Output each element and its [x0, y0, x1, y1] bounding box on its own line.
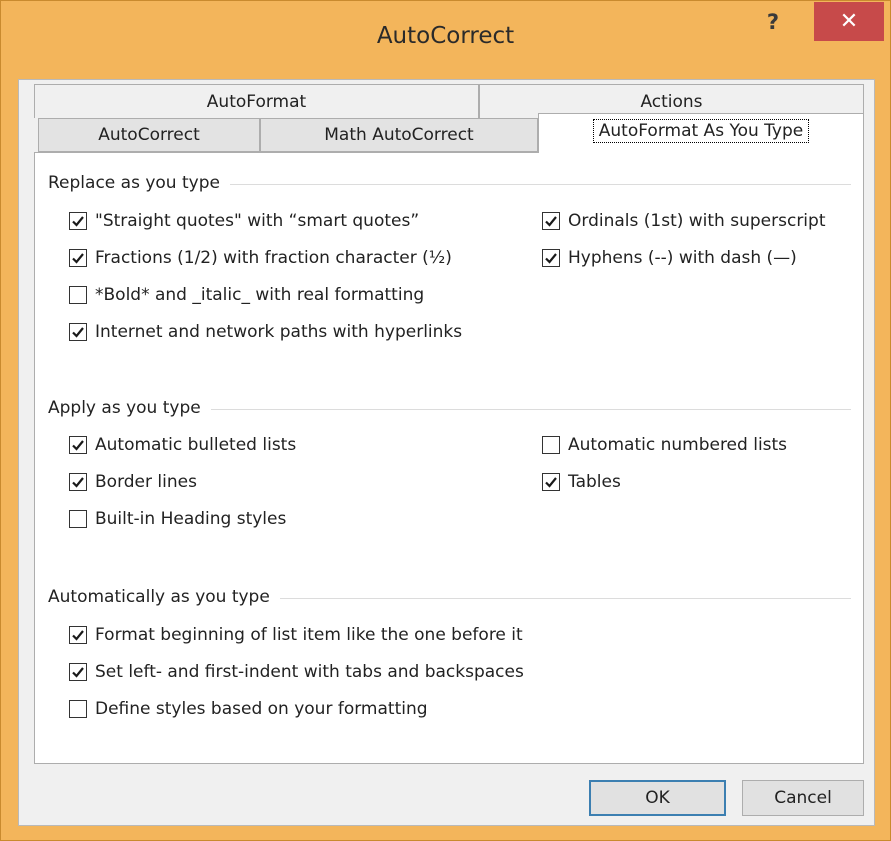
tab-autoformat[interactable]: AutoFormat: [34, 84, 479, 118]
tab-autocorrect[interactable]: AutoCorrect: [38, 118, 260, 152]
option-ordinals[interactable]: Ordinals (1st) with superscript: [542, 209, 825, 233]
checkmark-icon: [72, 630, 84, 641]
option-label: Automatic bulleted lists: [95, 435, 297, 455]
checkbox-bulleted-lists[interactable]: [69, 436, 87, 454]
option-smart-quotes[interactable]: "Straight quotes" with “smart quotes”: [69, 209, 419, 233]
autocorrect-dialog: AutoCorrect ? ✕ AutoFormat Actions AutoC…: [0, 0, 891, 841]
option-label: Define styles based on your formatting: [95, 699, 428, 719]
checkmark-icon: [72, 667, 84, 678]
title-bar[interactable]: AutoCorrect ? ✕: [1, 1, 890, 79]
tab-math-autocorrect[interactable]: Math AutoCorrect: [260, 118, 538, 152]
option-label: "Straight quotes" with “smart quotes”: [95, 211, 420, 231]
checkbox-hyphens[interactable]: [542, 249, 560, 267]
checkmark-icon: [72, 440, 84, 451]
option-tables[interactable]: Tables: [542, 470, 621, 494]
option-label: Border lines: [95, 472, 197, 492]
option-numbered-lists[interactable]: Automatic numbered lists: [542, 433, 787, 457]
checkbox-ordinals[interactable]: [542, 212, 560, 230]
checkmark-icon: [545, 253, 557, 264]
checkmark-icon: [72, 477, 84, 488]
checkbox-bold-italic[interactable]: [69, 286, 87, 304]
checkbox-numbered-lists[interactable]: [542, 436, 560, 454]
option-label: Internet and network paths with hyperlin…: [95, 322, 463, 342]
dialog-body: AutoFormat Actions AutoCorrect Math Auto…: [18, 79, 875, 826]
option-label: Set left- and first-indent with tabs and…: [95, 662, 524, 682]
option-format-list-item[interactable]: Format beginning of list item like the o…: [69, 623, 523, 647]
tab-autoformat-as-you-type[interactable]: AutoFormat As You Type: [538, 113, 864, 153]
option-define-styles[interactable]: Define styles based on your formatting: [69, 697, 428, 721]
cancel-button[interactable]: Cancel: [742, 780, 864, 816]
group-auto-label: Automatically as you type: [48, 587, 280, 607]
option-label: Ordinals (1st) with superscript: [568, 211, 826, 231]
option-bold-italic[interactable]: *Bold* and _italic_ with real formatting: [69, 283, 424, 307]
option-label: Automatic numbered lists: [568, 435, 788, 455]
checkbox-hyperlinks[interactable]: [69, 323, 87, 341]
group-replace-label: Replace as you type: [48, 173, 230, 193]
option-label: *Bold* and _italic_ with real formatting: [95, 285, 425, 305]
option-heading-styles[interactable]: Built-in Heading styles: [69, 507, 286, 531]
option-fractions[interactable]: Fractions (1/2) with fraction character …: [69, 246, 452, 270]
option-border-lines[interactable]: Border lines: [69, 470, 197, 494]
group-apply-label: Apply as you type: [48, 398, 211, 418]
checkmark-icon: [72, 216, 84, 227]
checkbox-format-list-item[interactable]: [69, 626, 87, 644]
checkmark-icon: [545, 216, 557, 227]
tab-panel: Replace as you type "Straight quotes" wi…: [34, 152, 864, 764]
option-hyperlinks[interactable]: Internet and network paths with hyperlin…: [69, 320, 462, 344]
tab-label: Actions: [640, 92, 703, 112]
checkbox-border-lines[interactable]: [69, 473, 87, 491]
option-label: Built-in Heading styles: [95, 509, 287, 529]
checkbox-smart-quotes[interactable]: [69, 212, 87, 230]
option-hyphens[interactable]: Hyphens (--) with dash (—): [542, 246, 797, 270]
checkmark-icon: [545, 477, 557, 488]
checkmark-icon: [72, 327, 84, 338]
option-label: Hyphens (--) with dash (—): [568, 248, 797, 268]
checkbox-indent-tabs[interactable]: [69, 663, 87, 681]
tab-label: AutoCorrect: [98, 125, 200, 145]
close-button[interactable]: ✕: [814, 2, 884, 41]
checkbox-tables[interactable]: [542, 473, 560, 491]
option-bulleted-lists[interactable]: Automatic bulleted lists: [69, 433, 296, 457]
tab-label: AutoFormat: [206, 92, 307, 112]
option-indent-tabs[interactable]: Set left- and first-indent with tabs and…: [69, 660, 524, 684]
option-label: Tables: [568, 472, 621, 492]
tab-label: AutoFormat As You Type: [592, 119, 810, 143]
option-label: Format beginning of list item like the o…: [95, 625, 523, 645]
checkbox-heading-styles[interactable]: [69, 510, 87, 528]
tab-label: Math AutoCorrect: [324, 125, 474, 145]
checkbox-fractions[interactable]: [69, 249, 87, 267]
help-button[interactable]: ?: [756, 7, 790, 37]
option-label: Fractions (1/2) with fraction character …: [95, 248, 452, 268]
ok-button[interactable]: OK: [589, 780, 726, 816]
checkmark-icon: [72, 253, 84, 264]
checkbox-define-styles[interactable]: [69, 700, 87, 718]
